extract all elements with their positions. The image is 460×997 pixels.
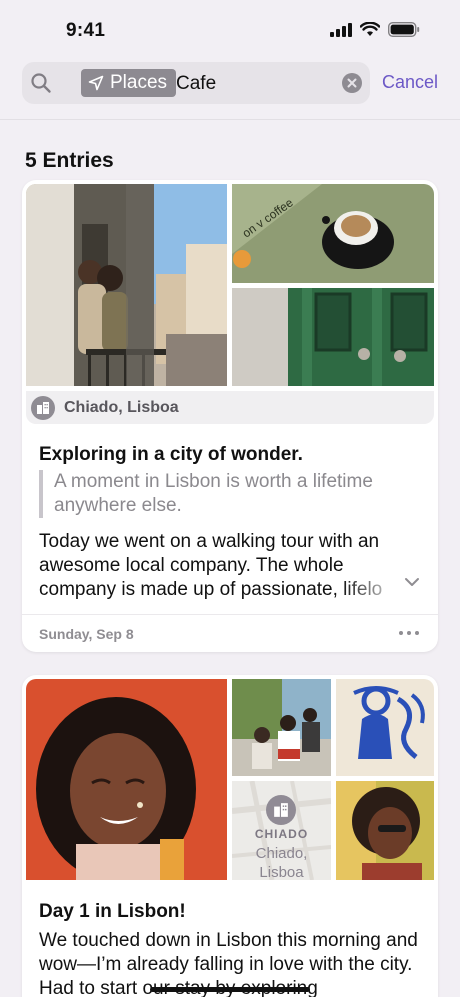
entry-title: Exploring in a city of wonder. — [39, 444, 303, 465]
location-arrow-icon — [88, 75, 104, 91]
entry-quote: A moment in Lisbon is worth a lifetime a… — [39, 470, 419, 518]
clear-search-button[interactable] — [342, 73, 362, 93]
location-bar[interactable]: Chiado, Lisboa — [26, 391, 434, 424]
token-label: Places — [110, 72, 168, 93]
map-label-name: Chiado, Lisboa — [255, 845, 308, 880]
battery-icon — [388, 22, 420, 37]
journal-entry-card[interactable]: on v coffee Chiado, Lisboa Exploring in … — [22, 180, 438, 652]
entry-title: Day 1 in Lisbon! — [39, 901, 186, 922]
wifi-icon — [360, 22, 380, 36]
places-filter-token[interactable]: Places — [81, 69, 177, 97]
strikethrough-mark — [150, 987, 310, 992]
status-bar: 9:41 — [0, 0, 460, 56]
status-icons — [330, 22, 420, 37]
location-name: Chiado, Lisboa — [64, 398, 179, 416]
entry-map-tile[interactable]: CHIADO Chiado, Lisboa — [232, 781, 331, 880]
entry-date: Sunday, Sep 8 — [39, 626, 134, 642]
search-query[interactable]: Cafe — [176, 73, 216, 95]
signal-icon — [330, 22, 352, 37]
search-icon — [31, 73, 51, 93]
search-field[interactable]: Places Cafe — [22, 62, 370, 104]
entry-photo-group[interactable] — [232, 679, 331, 776]
status-time: 9:41 — [66, 20, 106, 41]
entry-photo-artwork[interactable] — [336, 679, 434, 776]
building-icon — [31, 395, 55, 420]
card-divider — [22, 614, 438, 615]
entry-photo-sunglasses[interactable] — [336, 781, 434, 880]
header-divider — [0, 119, 460, 120]
entry-photo-coffee[interactable]: on v coffee — [232, 184, 434, 283]
entry-photo-portrait[interactable] — [26, 679, 227, 880]
journal-entry-card[interactable]: CHIADO Chiado, Lisboa Day 1 in Lisbon! W… — [22, 675, 438, 997]
results-count: 5 Entries — [25, 149, 114, 172]
entry-photo-door[interactable] — [232, 288, 434, 386]
more-icon[interactable] — [399, 631, 419, 635]
chevron-down-icon[interactable] — [404, 576, 420, 588]
clear-icon — [347, 78, 357, 88]
map-label-caps: CHIADO — [254, 827, 309, 841]
entry-photo-street[interactable] — [26, 184, 227, 386]
building-icon — [266, 795, 296, 825]
cancel-button[interactable]: Cancel — [382, 72, 438, 93]
text-fade — [342, 572, 404, 598]
map-label: CHIADO Chiado, Lisboa — [232, 825, 331, 880]
